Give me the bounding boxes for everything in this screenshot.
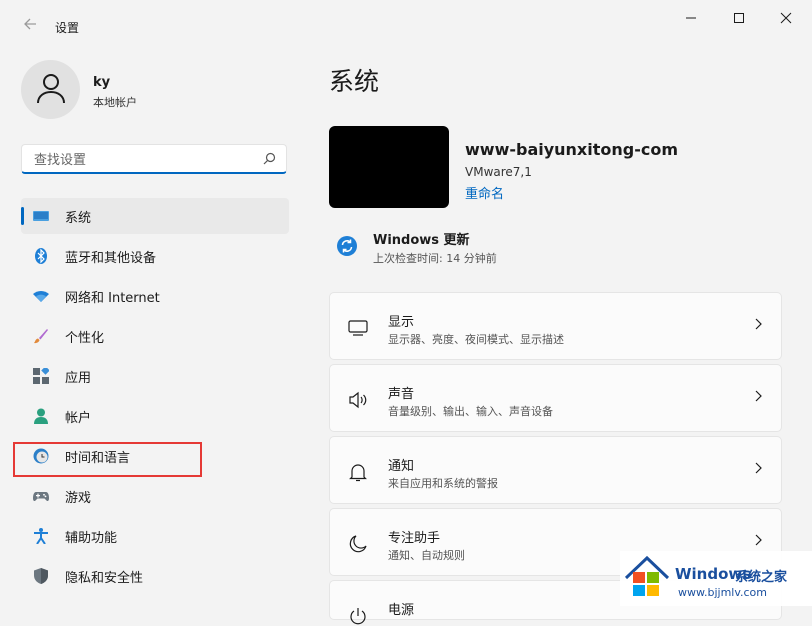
sidebar-item-label: 隐私和安全性 (65, 571, 144, 586)
close-button[interactable] (771, 8, 801, 32)
wifi-icon (33, 291, 49, 302)
sidebar-item-apps[interactable]: 应用 (21, 358, 289, 394)
card-display[interactable]: 显示 显示器、亮度、夜间模式、显示描述 (329, 292, 782, 360)
sidebar-item-label: 系统 (65, 211, 92, 226)
main-content: 系统 www-baiyunxitong-com VMware7,1 重命名 Wi… (305, 48, 812, 625)
power-icon (350, 608, 366, 625)
sidebar-item-accessibility[interactable]: 辅助功能 (21, 518, 289, 554)
sidebar-item-label: 辅助功能 (65, 531, 118, 546)
search-box[interactable] (21, 144, 287, 174)
selection-indicator (21, 207, 24, 225)
gamepad-icon (33, 492, 49, 501)
windows-update-title[interactable]: Windows 更新 (373, 229, 470, 248)
card-subtitle: 通知、自动规则 (388, 549, 465, 562)
search-icon[interactable] (263, 152, 276, 165)
highlight-box (13, 442, 202, 477)
watermark: Windows 系统之家 www.bjjmlv.com (620, 551, 812, 606)
page-title: 系统 (329, 67, 380, 96)
device-model: VMware7,1 (465, 165, 532, 179)
avatar[interactable] (21, 60, 80, 119)
rename-link[interactable]: 重命名 (465, 183, 504, 202)
refresh-icon[interactable] (337, 236, 357, 256)
search-input[interactable] (32, 149, 256, 171)
card-subtitle: 来自应用和系统的警报 (388, 477, 498, 490)
card-title: 电源 (388, 603, 415, 618)
windows-logo-icon (624, 555, 670, 596)
sidebar-item-accounts[interactable]: 帐户 (21, 398, 289, 434)
person-icon (37, 74, 65, 104)
brush-icon (34, 329, 48, 344)
minimize-button[interactable] (676, 8, 706, 32)
maximize-button[interactable] (724, 8, 754, 32)
sidebar-item-label: 蓝牙和其他设备 (65, 251, 157, 266)
card-title: 专注助手 (388, 531, 441, 546)
sidebar-item-label: 游戏 (65, 491, 92, 506)
maximize-icon (734, 13, 744, 23)
card-notifications[interactable]: 通知 来自应用和系统的警报 (329, 436, 782, 504)
bluetooth-icon (35, 248, 47, 264)
apps-icon (33, 368, 49, 384)
card-title: 显示 (388, 315, 415, 330)
sidebar-item-label: 帐户 (65, 411, 92, 426)
bell-icon (349, 464, 367, 482)
monitor-icon (348, 320, 368, 336)
accessibility-icon (34, 528, 48, 544)
arrow-left-icon (24, 18, 36, 30)
sidebar-item-personalization[interactable]: 个性化 (21, 318, 289, 354)
speaker-icon (349, 391, 367, 409)
card-title: 通知 (388, 459, 415, 474)
shield-icon (34, 568, 48, 584)
sidebar-item-label: 网络和 Internet (65, 291, 160, 306)
sidebar: ky 本地帐户 系统 蓝牙和其他设备 网络和 Internet (0, 48, 305, 606)
sidebar-item-gaming[interactable]: 游戏 (21, 478, 289, 514)
minimize-icon (686, 17, 696, 19)
user-name: ky (93, 75, 111, 90)
sidebar-item-label: 应用 (65, 371, 92, 386)
card-title: 声音 (388, 387, 415, 402)
chevron-right-icon (755, 318, 762, 330)
watermark-brand-suffix: 系统之家 (735, 570, 788, 585)
back-button[interactable] (18, 14, 42, 38)
sidebar-item-label: 个性化 (65, 331, 105, 346)
sidebar-item-system[interactable]: 系统 (21, 198, 289, 234)
close-icon (780, 12, 792, 24)
card-subtitle: 音量级别、输出、输入、声音设备 (388, 405, 553, 418)
person-icon (34, 408, 48, 424)
sidebar-item-bluetooth[interactable]: 蓝牙和其他设备 (21, 238, 289, 274)
title-bar: 设置 (0, 0, 812, 48)
sidebar-item-privacy[interactable]: 隐私和安全性 (21, 558, 289, 594)
device-name: www-baiyunxitong-com (465, 140, 679, 159)
watermark-url: www.bjjmlv.com (678, 586, 767, 599)
card-subtitle: 显示器、亮度、夜间模式、显示描述 (388, 333, 564, 346)
display-icon (33, 211, 49, 221)
chevron-right-icon (755, 390, 762, 402)
moon-icon (349, 535, 367, 553)
chevron-right-icon (755, 462, 762, 474)
app-title: 设置 (55, 21, 80, 35)
sidebar-item-network[interactable]: 网络和 Internet (21, 278, 289, 314)
device-image (329, 126, 449, 208)
account-type: 本地帐户 (93, 96, 137, 109)
card-sound[interactable]: 声音 音量级别、输出、输入、声音设备 (329, 364, 782, 432)
windows-update-status: 上次检查时间: 14 分钟前 (373, 252, 497, 265)
chevron-right-icon (755, 534, 762, 546)
